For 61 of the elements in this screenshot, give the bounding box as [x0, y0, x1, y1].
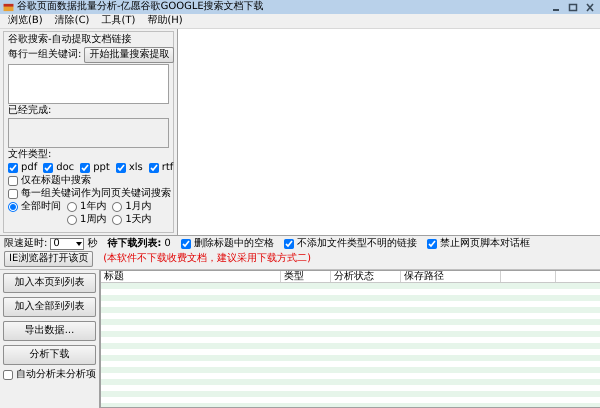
- option-label: xls: [128, 162, 143, 174]
- checkbox[interactable]: [80, 163, 90, 173]
- checkbox[interactable]: [8, 176, 18, 186]
- open-in-ie-button[interactable]: IE浏览器打开该页: [4, 251, 94, 267]
- action-button[interactable]: 导出数据...: [3, 321, 96, 341]
- menu-item[interactable]: 浏览(B): [3, 15, 48, 27]
- delay-label: 限速延时:: [4, 238, 48, 250]
- action-button[interactable]: 分析下载: [3, 345, 96, 365]
- option-label: pdf: [21, 162, 38, 174]
- caret-icon: [75, 241, 84, 247]
- radio-button[interactable]: [112, 202, 122, 212]
- action-button[interactable]: 加入本页到列表: [3, 273, 96, 293]
- notice-text: (本软件不下载收费文档，建议采用下载方式二): [103, 253, 312, 265]
- checkbox[interactable]: [8, 189, 18, 199]
- option-label: 删除标题中的空格: [194, 238, 274, 250]
- menu-item[interactable]: 清除(C): [50, 15, 94, 27]
- file-types-label: 文件类型:: [8, 149, 52, 161]
- checkbox[interactable]: [284, 239, 294, 249]
- keywords-label: 每行一组关键词:: [8, 49, 82, 61]
- done-label: 已经完成:: [8, 105, 52, 117]
- maximize-icon[interactable]: [566, 2, 580, 12]
- start-search-button[interactable]: 开始批量搜索提取: [84, 47, 174, 63]
- checkbox[interactable]: [426, 239, 437, 249]
- column-header[interactable]: 分析状态: [331, 271, 401, 282]
- option-label: doc: [56, 162, 74, 174]
- option-label: 1月内: [125, 201, 152, 213]
- checkbox[interactable]: [180, 239, 191, 249]
- radio-button[interactable]: [8, 202, 18, 212]
- checkbox[interactable]: [8, 163, 18, 173]
- queue-count: 0: [164, 238, 171, 250]
- checkbox[interactable]: [43, 163, 54, 173]
- checkbox[interactable]: [148, 163, 159, 173]
- menu-item[interactable]: 帮助(H): [142, 15, 188, 27]
- delay-dropdown[interactable]: 0: [50, 238, 84, 250]
- queue-label: 待下载列表:: [107, 238, 162, 250]
- app-icon: [3, 2, 14, 12]
- option-label: 不添加文件类型不明的链接: [296, 238, 417, 250]
- radio-button[interactable]: [112, 215, 122, 225]
- checkbox[interactable]: [116, 163, 126, 173]
- option-label: 1天内: [125, 214, 152, 226]
- window-title: 谷歌页面数据批量分析-亿愿谷歌GOOGLE搜索文档下载: [17, 1, 265, 13]
- checkbox[interactable]: [3, 370, 13, 380]
- column-header[interactable]: 标题: [101, 271, 281, 282]
- column-header[interactable]: 保存路径: [401, 271, 501, 282]
- option-label: 禁止网页脚本对话框: [440, 238, 530, 250]
- menu-item[interactable]: 工具(T): [96, 15, 140, 27]
- group-title: 谷歌搜索-自动提取文档链接: [8, 34, 133, 46]
- radio-button[interactable]: [67, 202, 77, 212]
- option-label: 每一组关键词作为同页关键词搜索: [21, 188, 171, 200]
- option-label: 自动分析未分析项: [16, 369, 96, 381]
- option-label: 全部时间: [21, 201, 61, 213]
- delay-unit: 秒: [87, 238, 98, 250]
- column-header[interactable]: 类型: [281, 271, 331, 282]
- option-label: 仅在标题中搜索: [21, 175, 91, 187]
- option-label: 1周内: [80, 214, 106, 226]
- option-label: 1年内: [80, 201, 106, 213]
- option-label: ppt: [93, 162, 110, 174]
- radio-button[interactable]: [67, 215, 77, 225]
- action-button[interactable]: 加入全部到列表: [3, 297, 96, 317]
- keywords-field[interactable]: [8, 64, 169, 104]
- option-label: rtf: [162, 162, 174, 174]
